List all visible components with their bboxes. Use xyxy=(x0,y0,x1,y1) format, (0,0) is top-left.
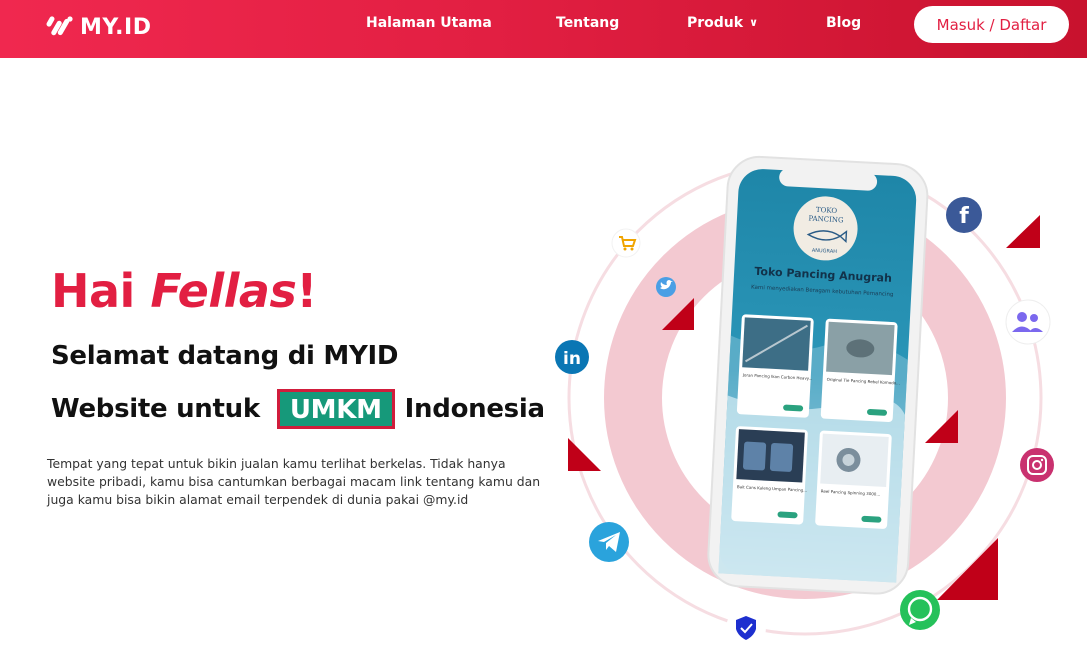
greeting-suffix: ! xyxy=(296,264,317,318)
product-card: Original Tie Pancing Rebel Komodo... xyxy=(820,318,900,422)
nav-product-label: Produk xyxy=(687,15,744,31)
phone-mockup: TOKO PANCING ANUGRAH Toko Pancing Anugra… xyxy=(707,155,929,595)
facebook-icon[interactable]: f xyxy=(946,197,982,233)
umkm-badge: UMKM xyxy=(276,389,395,429)
cart-icon xyxy=(611,228,641,258)
tagline-prefix: Website untuk xyxy=(51,394,260,424)
product-card: Reel Pancing Spinning 3000... xyxy=(815,430,892,529)
nav-about-link[interactable]: Tentang xyxy=(556,15,619,31)
illustration-canvas: TOKO PANCING ANUGRAH Toko Pancing Anugra… xyxy=(555,155,1054,648)
deco-triangle xyxy=(1006,215,1040,248)
nav-blog-link[interactable]: Blog xyxy=(826,15,861,31)
top-navbar: MY.ID Halaman Utama Tentang Produk ∨ Blog… xyxy=(0,0,1087,58)
users-icon[interactable] xyxy=(1005,299,1051,345)
hero-greeting: Hai Fellas! xyxy=(51,264,317,318)
brand-logo[interactable]: MY.ID xyxy=(44,10,152,44)
hero-tagline-line: Website untuk UMKM Indonesia xyxy=(51,389,545,429)
brand-name: MY.ID xyxy=(80,14,152,40)
linkedin-icon[interactable]: in xyxy=(555,340,589,374)
product-card: Bait Cans Kaleng Umpan Pancing... xyxy=(731,426,808,525)
product-card: Joran Pancing Ikan Carbon Heavy... xyxy=(736,314,814,418)
hero-welcome-line: Selamat datang di MYID xyxy=(51,341,399,371)
tagline-suffix: Indonesia xyxy=(404,394,545,424)
svg-text:f: f xyxy=(959,204,969,229)
hero-description: Tempat yang tepat untuk bikin jualan kam… xyxy=(47,456,541,507)
nav-product-dropdown[interactable]: Produk ∨ xyxy=(687,15,758,31)
whatsapp-icon[interactable] xyxy=(900,590,940,630)
instagram-icon[interactable] xyxy=(1020,448,1054,482)
twitter-icon[interactable] xyxy=(656,277,676,297)
greeting-emphasis: Fellas xyxy=(150,264,297,318)
svg-text:in: in xyxy=(563,349,581,369)
brand-logo-icon xyxy=(46,16,73,36)
shield-check-icon xyxy=(726,608,766,648)
deco-triangle xyxy=(925,410,958,443)
login-register-button[interactable]: Masuk / Daftar xyxy=(914,6,1069,43)
deco-triangle xyxy=(568,438,601,471)
greeting-prefix: Hai xyxy=(51,264,151,318)
shop-logo-text: TOKO xyxy=(816,206,838,215)
nav-home-link[interactable]: Halaman Utama xyxy=(366,15,492,31)
telegram-icon[interactable] xyxy=(589,522,629,562)
chevron-down-icon: ∨ xyxy=(749,16,759,29)
hero-illustration: TOKO PANCING ANUGRAH Toko Pancing Anugra… xyxy=(540,140,1087,652)
